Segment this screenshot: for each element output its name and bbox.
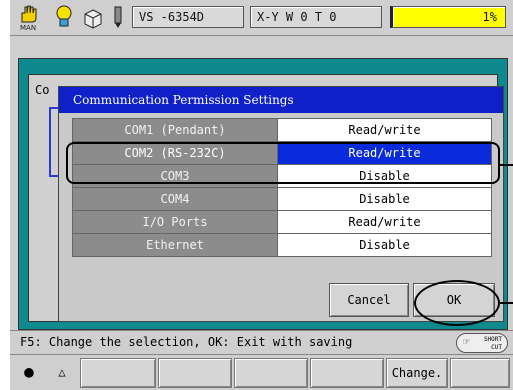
triangle-icon: △	[58, 365, 66, 379]
speed-field: 1%	[390, 6, 506, 28]
table-row[interactable]: Ethernet Disable	[72, 233, 492, 257]
dialog-title: Communication Permission Settings	[59, 87, 503, 113]
shortcut-button[interactable]: ☞ SHORT CUT	[456, 333, 508, 353]
port-label: I/O Ports	[72, 210, 278, 234]
table-row[interactable]: COM4 Disable	[72, 187, 492, 211]
pen-icon	[110, 4, 126, 34]
function-key-bar: ● △ Change.	[10, 354, 513, 390]
cube-icon	[82, 4, 104, 34]
bulb-icon	[54, 4, 74, 34]
table-row[interactable]: I/O Ports Read/write	[72, 210, 492, 234]
permission-value[interactable]: Disable	[277, 187, 492, 211]
port-label: COM1 (Pendant)	[72, 118, 278, 142]
callout-leader-line	[500, 164, 513, 166]
f3-key[interactable]	[234, 358, 308, 388]
f1-key[interactable]	[80, 358, 156, 388]
f6-key[interactable]	[450, 358, 510, 388]
background-panel-title: Co	[35, 83, 50, 97]
f2-key[interactable]	[158, 358, 232, 388]
f5-change-key[interactable]: Change.	[386, 358, 448, 388]
mode-label: MAN	[20, 24, 37, 32]
permission-value[interactable]: Read/write	[277, 118, 492, 142]
shortcut-icon: ☞	[463, 335, 470, 348]
permission-table: COM1 (Pendant) Read/write COM2 (RS-232C)…	[72, 118, 492, 257]
message-bar: F5: Change the selection, OK: Exit with …	[10, 330, 513, 354]
highlight-callout-row	[66, 142, 500, 184]
hand-icon[interactable]: MAN	[18, 4, 46, 34]
table-row[interactable]: COM1 (Pendant) Read/write	[72, 118, 492, 142]
status-message: F5: Change the selection, OK: Exit with …	[20, 335, 353, 349]
coordinate-mode-field: X-Y W 0 T 0	[250, 6, 382, 28]
cancel-button[interactable]: Cancel	[329, 283, 409, 317]
pendant-screen: MAN VS -6354D X-Y W 0 T 0 1% Co Communic…	[10, 0, 513, 390]
record-dot-icon: ●	[24, 362, 34, 381]
job-name-field: VS -6354D	[132, 6, 244, 28]
permission-value[interactable]: Disable	[277, 233, 492, 257]
status-bar: MAN VS -6354D X-Y W 0 T 0 1%	[10, 0, 513, 36]
port-label: COM4	[72, 187, 278, 211]
highlight-callout-ok	[414, 280, 500, 326]
port-label: Ethernet	[72, 233, 278, 257]
permission-value[interactable]: Read/write	[277, 210, 492, 234]
f4-key[interactable]	[310, 358, 384, 388]
callout-leader-line	[500, 302, 513, 304]
